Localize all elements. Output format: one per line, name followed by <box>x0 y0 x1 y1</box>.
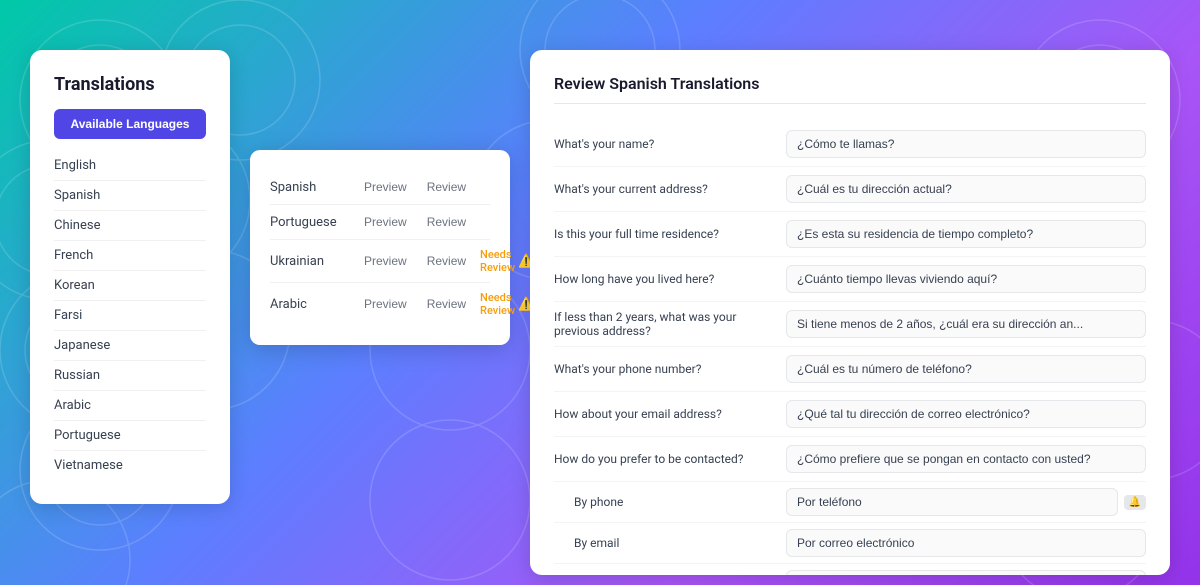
popup-row-spanish: Spanish Preview Review <box>270 170 490 205</box>
input-with-badge-phone: 🔔 <box>786 488 1146 516</box>
question-by-phone: By phone <box>554 495 774 509</box>
page-container: Translations Available Languages English… <box>0 0 1200 585</box>
row-prefer-contacted: How do you prefer to be contacted? <box>554 437 1146 482</box>
translation-phone-number[interactable] <box>786 355 1146 383</box>
row-phone-number: What's your phone number? <box>554 347 1146 392</box>
translation-prefer-contacted[interactable] <box>786 445 1146 473</box>
popup-lang-ukrainian: Ukrainian <box>270 254 350 269</box>
row-client-portal: Via the client portal <box>554 564 1146 575</box>
question-full-time-residence: Is this your full time residence? <box>554 227 774 241</box>
translations-title: Translations <box>54 74 206 95</box>
question-by-email: By email <box>554 536 774 550</box>
language-item-spanish[interactable]: Spanish <box>54 181 206 211</box>
popup-preview-portuguese[interactable]: Preview <box>358 213 413 231</box>
question-whats-your-name: What's your name? <box>554 137 774 151</box>
row-email-address: How about your email address? <box>554 392 1146 437</box>
popup-review-ukrainian[interactable]: Review <box>421 252 472 270</box>
question-how-long-lived: How long have you lived here? <box>554 272 774 286</box>
question-prefer-contacted: How do you prefer to be contacted? <box>554 452 774 466</box>
popup-preview-ukrainian[interactable]: Preview <box>358 252 413 270</box>
translation-client-portal[interactable] <box>786 570 1146 575</box>
language-item-portuguese[interactable]: Portuguese <box>54 421 206 451</box>
language-item-russian[interactable]: Russian <box>54 361 206 391</box>
language-item-japanese[interactable]: Japanese <box>54 331 206 361</box>
needs-review-badge-ukrainian: Needs Review ⚠️ <box>480 248 534 274</box>
row-previous-address: If less than 2 years, what was your prev… <box>554 302 1146 347</box>
popup-review-spanish[interactable]: Review <box>421 178 472 196</box>
needs-review-badge-arabic: Needs Review ⚠️ <box>480 291 534 317</box>
language-item-vietnamese[interactable]: Vietnamese <box>54 451 206 480</box>
language-item-english[interactable]: English <box>54 151 206 181</box>
translation-by-phone[interactable] <box>786 488 1118 516</box>
popup-row-ukrainian: Ukrainian Preview Review Needs Review ⚠️ <box>270 240 490 283</box>
language-item-korean[interactable]: Korean <box>54 271 206 301</box>
popup-preview-spanish[interactable]: Preview <box>358 178 413 196</box>
row-by-phone: By phone 🔔 <box>554 482 1146 523</box>
question-phone-number: What's your phone number? <box>554 362 774 376</box>
row-by-email: By email <box>554 523 1146 564</box>
available-languages-button[interactable]: Available Languages <box>54 109 206 139</box>
popup-review-portuguese[interactable]: Review <box>421 213 472 231</box>
translation-by-email[interactable] <box>786 529 1146 557</box>
translations-panel: Translations Available Languages English… <box>30 50 230 504</box>
review-title: Review Spanish Translations <box>554 74 1146 104</box>
translation-full-time-residence[interactable] <box>786 220 1146 248</box>
translation-current-address[interactable] <box>786 175 1146 203</box>
popup-row-arabic: Arabic Preview Review Needs Review ⚠️ <box>270 283 490 325</box>
row-whats-your-name: What's your name? <box>554 122 1146 167</box>
translation-whats-your-name[interactable] <box>786 130 1146 158</box>
popup-row-portuguese: Portuguese Preview Review <box>270 205 490 240</box>
popup-lang-portuguese: Portuguese <box>270 215 350 230</box>
row-current-address: What's your current address? <box>554 167 1146 212</box>
language-item-chinese[interactable]: Chinese <box>54 211 206 241</box>
question-email-address: How about your email address? <box>554 407 774 421</box>
translation-how-long-lived[interactable] <box>786 265 1146 293</box>
question-current-address: What's your current address? <box>554 182 774 196</box>
row-how-long-lived: How long have you lived here? <box>554 257 1146 302</box>
question-previous-address: If less than 2 years, what was your prev… <box>554 310 774 338</box>
review-panel: Review Spanish Translations What's your … <box>530 50 1170 575</box>
popup-review-arabic[interactable]: Review <box>421 295 472 313</box>
phone-badge: 🔔 <box>1124 495 1146 510</box>
row-full-time-residence: Is this your full time residence? <box>554 212 1146 257</box>
language-item-arabic[interactable]: Arabic <box>54 391 206 421</box>
translation-previous-address[interactable] <box>786 310 1146 338</box>
language-list: English Spanish Chinese French Korean Fa… <box>54 151 206 480</box>
language-popup: Spanish Preview Review Portuguese Previe… <box>250 150 510 345</box>
popup-lang-arabic: Arabic <box>270 297 350 312</box>
language-item-farsi[interactable]: Farsi <box>54 301 206 331</box>
popup-preview-arabic[interactable]: Preview <box>358 295 413 313</box>
translation-email-address[interactable] <box>786 400 1146 428</box>
popup-lang-spanish: Spanish <box>270 180 350 195</box>
language-item-french[interactable]: French <box>54 241 206 271</box>
